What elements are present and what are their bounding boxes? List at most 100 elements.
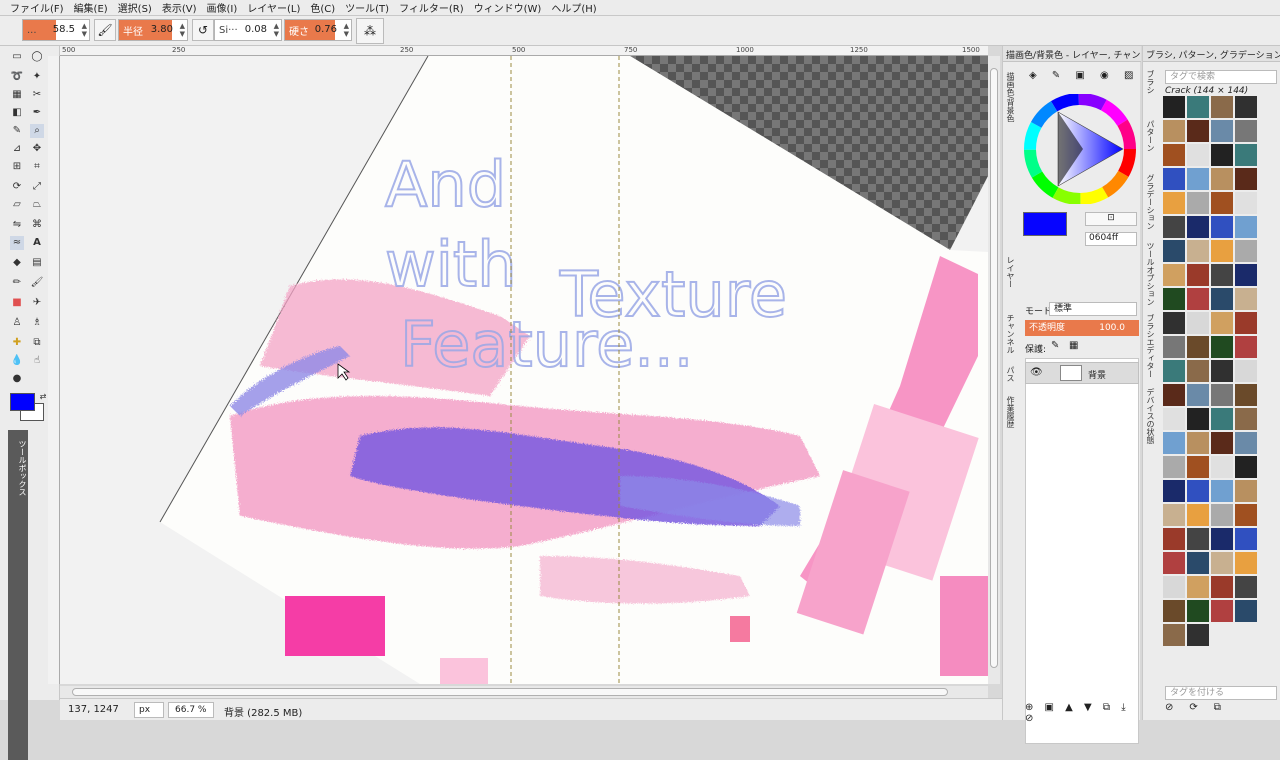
pattern-swatch[interactable]: [1211, 192, 1233, 214]
pattern-swatch[interactable]: [1211, 384, 1233, 406]
ellipse-select-icon[interactable]: ◯: [30, 50, 44, 64]
select-by-color-icon[interactable]: ▦: [10, 88, 24, 102]
measure-icon[interactable]: ⊿: [10, 142, 24, 156]
pattern-swatch[interactable]: [1235, 408, 1257, 430]
tab-brush-editor[interactable]: ブラシエディター: [1145, 314, 1156, 378]
pattern-swatch[interactable]: [1211, 480, 1233, 502]
pattern-swatch[interactable]: [1235, 360, 1257, 382]
eraser-icon[interactable]: ■: [10, 296, 24, 310]
pattern-swatch[interactable]: [1211, 264, 1233, 286]
gradient-icon[interactable]: ▤: [30, 256, 44, 270]
layer-row[interactable]: 👁 背景: [1025, 362, 1139, 384]
pattern-swatch[interactable]: [1211, 216, 1233, 238]
bucket-fill-icon[interactable]: ◆: [10, 256, 24, 270]
pattern-swatch[interactable]: [1235, 336, 1257, 358]
lasso-icon[interactable]: ➰: [10, 70, 24, 84]
pattern-swatch[interactable]: [1163, 288, 1185, 310]
pattern-swatch[interactable]: [1163, 552, 1185, 574]
pattern-swatch[interactable]: [1187, 312, 1209, 334]
warp-icon[interactable]: ≈: [10, 236, 24, 250]
pattern-swatch[interactable]: [1235, 456, 1257, 478]
hardness-spinner[interactable]: 硬さ 0.76 ▲ ▼: [284, 19, 352, 41]
pattern-swatch[interactable]: [1211, 288, 1233, 310]
pattern-swatch[interactable]: [1211, 120, 1233, 142]
menu-tools[interactable]: ツール(T): [345, 0, 389, 15]
pattern-swatch[interactable]: [1235, 384, 1257, 406]
pattern-swatch[interactable]: [1187, 336, 1209, 358]
pattern-swatch[interactable]: [1187, 264, 1209, 286]
pattern-swatch[interactable]: [1163, 504, 1185, 526]
scale-icon[interactable]: ⤢: [30, 180, 44, 194]
pattern-swatch[interactable]: [1235, 120, 1257, 142]
crop-icon[interactable]: ⌗: [30, 160, 44, 174]
eye-icon[interactable]: 👁: [1030, 367, 1043, 378]
pattern-swatch[interactable]: [1187, 288, 1209, 310]
spacing-spinner[interactable]: Si··· 0.08 ▲ ▼: [214, 19, 282, 41]
pattern-swatch[interactable]: [1235, 552, 1257, 574]
pattern-swatch[interactable]: [1211, 312, 1233, 334]
pattern-swatch[interactable]: [1235, 240, 1257, 262]
move-icon[interactable]: ✥: [30, 142, 44, 156]
pattern-swatch[interactable]: [1163, 192, 1185, 214]
pattern-swatch[interactable]: [1211, 336, 1233, 358]
reset-icon[interactable]: ↺: [192, 19, 214, 41]
tab-tool-options[interactable]: ツールオプション: [1145, 242, 1156, 306]
pattern-swatch[interactable]: [1163, 264, 1185, 286]
pattern-swatch[interactable]: [1235, 600, 1257, 622]
pattern-swatch[interactable]: [1235, 216, 1257, 238]
pattern-swatch[interactable]: [1163, 624, 1185, 646]
clone-icon[interactable]: ♗: [30, 316, 44, 330]
pattern-swatch[interactable]: [1211, 144, 1233, 166]
pattern-swatch[interactable]: [1211, 600, 1233, 622]
pattern-swatch[interactable]: [1187, 528, 1209, 550]
tab-history[interactable]: 作業履歴: [1005, 396, 1016, 436]
pattern-swatch[interactable]: [1187, 240, 1209, 262]
shear-icon[interactable]: ▱: [10, 198, 24, 212]
heal-icon[interactable]: ✚: [10, 336, 24, 350]
spinner-arrows-icon[interactable]: ▲ ▼: [344, 22, 349, 38]
tab-brushes[interactable]: ブラシ: [1145, 70, 1156, 110]
cage-icon[interactable]: ⌘: [30, 218, 44, 232]
pattern-swatch[interactable]: [1163, 432, 1185, 454]
hex-field[interactable]: 0604ff: [1085, 232, 1137, 246]
pattern-swatch[interactable]: [1235, 264, 1257, 286]
paintbrush-icon[interactable]: 🖌: [30, 276, 44, 290]
mode-select[interactable]: 標準: [1049, 302, 1137, 316]
color-picker-icon[interactable]: ✎: [10, 124, 24, 138]
tab-channels[interactable]: チャンネル: [1005, 314, 1016, 364]
current-fg-color[interactable]: [1023, 212, 1067, 236]
pattern-swatch[interactable]: [1187, 504, 1209, 526]
pattern-swatch[interactable]: [1187, 552, 1209, 574]
pattern-swatch[interactable]: [1187, 96, 1209, 118]
menu-help[interactable]: ヘルプ(H): [551, 0, 596, 15]
rect-select-icon[interactable]: ▭: [10, 50, 24, 64]
lock-pixels-icon[interactable]: ✎: [1051, 340, 1059, 351]
pattern-swatch[interactable]: [1163, 168, 1185, 190]
pattern-swatch[interactable]: [1163, 144, 1185, 166]
color-selector-icons[interactable]: ◈ ✎ ▣ ◉ ▨: [1029, 70, 1139, 81]
pattern-swatch[interactable]: [1211, 432, 1233, 454]
toolbox-tab[interactable]: ツールボックス: [8, 430, 28, 760]
perspective-clone-icon[interactable]: ⧉: [30, 336, 44, 350]
foreground-color-swatch[interactable]: [10, 393, 35, 411]
menu-layer[interactable]: レイヤー(L): [247, 0, 300, 15]
pattern-swatch[interactable]: [1235, 528, 1257, 550]
pattern-swatch[interactable]: [1187, 432, 1209, 454]
brush-actions-icons[interactable]: ⊘⟳⧉: [1165, 702, 1237, 713]
pattern-swatch[interactable]: [1235, 480, 1257, 502]
smudge-icon[interactable]: ☝: [30, 354, 44, 368]
pattern-swatch[interactable]: [1235, 312, 1257, 334]
pattern-swatch[interactable]: [1235, 576, 1257, 598]
tab-patterns[interactable]: パターン: [1145, 120, 1156, 162]
pattern-swatch[interactable]: [1187, 192, 1209, 214]
pattern-swatch[interactable]: [1187, 600, 1209, 622]
unit-select[interactable]: px: [134, 702, 164, 718]
layer-actions-icons[interactable]: ⊕ ▣ ▲ ▼ ⧉ ⤓ ⊘: [1025, 702, 1140, 724]
pattern-swatch[interactable]: [1187, 216, 1209, 238]
pattern-swatch[interactable]: [1163, 312, 1185, 334]
pattern-swatch[interactable]: [1163, 216, 1185, 238]
scissors-icon[interactable]: ✂: [30, 88, 44, 102]
pattern-swatch[interactable]: [1163, 336, 1185, 358]
pattern-swatch[interactable]: [1187, 384, 1209, 406]
tag-assign-input[interactable]: タグを付ける: [1165, 686, 1277, 700]
